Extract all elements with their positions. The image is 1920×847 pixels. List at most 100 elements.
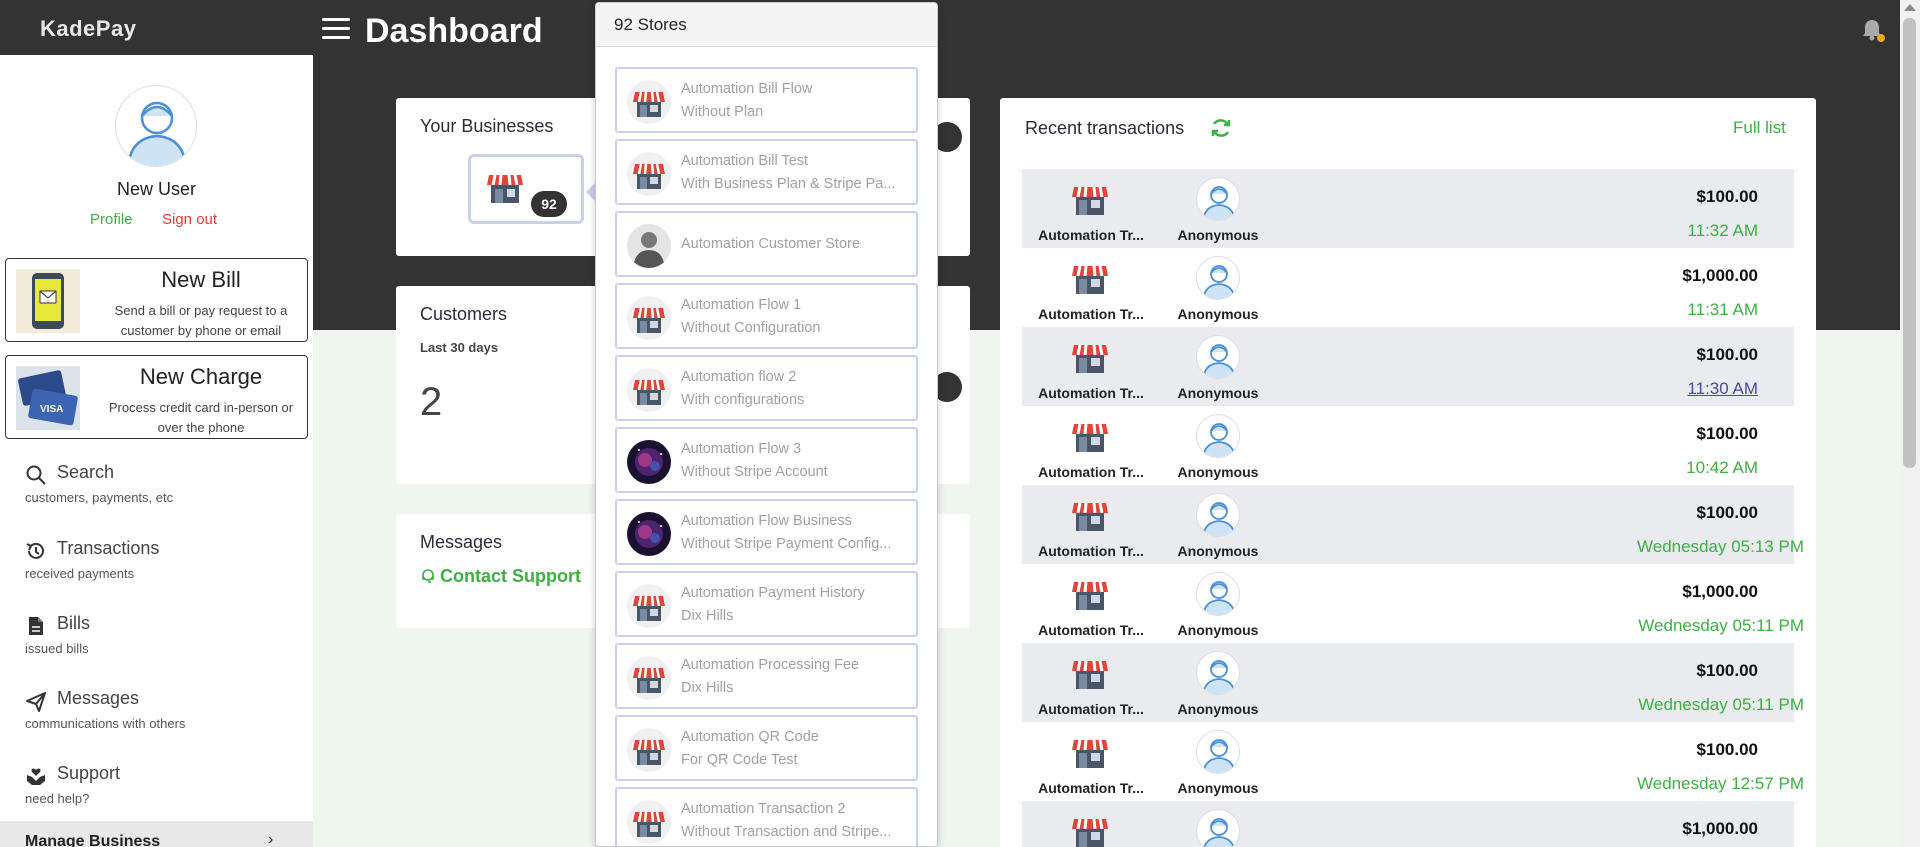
store-name: Automation Bill Test (681, 153, 809, 169)
store-name: Automation Customer Store (681, 236, 860, 252)
customer-avatar (1196, 414, 1240, 458)
store-subtitle: With Business Plan & Stripe Pa... (681, 176, 896, 192)
scrollbar-thumb[interactable] (1903, 18, 1916, 468)
messages-title: Messages (420, 532, 503, 552)
new-bill-button[interactable]: New Bill Send a bill or pay request to a… (5, 258, 308, 342)
customer-avatar (1196, 809, 1240, 847)
customers-title: Customers (420, 304, 508, 324)
store-item[interactable]: Automation Bill Flow Without Plan (615, 67, 918, 133)
store-icon (1072, 344, 1108, 373)
history-icon (26, 542, 44, 559)
store-name: Automation Processing Fee (681, 657, 860, 673)
store-avatar (627, 296, 671, 340)
store-item[interactable]: Automation Bill Test With Business Plan &… (615, 139, 918, 205)
new-bill-title: New Bill (161, 267, 241, 292)
nav-search-label: Search (57, 462, 115, 482)
store-subtitle: For QR Code Test (681, 752, 798, 768)
transaction-customer: Anonymous (1177, 385, 1259, 401)
user-avatar-icon (1202, 739, 1236, 773)
customer-avatar (1196, 572, 1240, 616)
sign-out-link[interactable]: Sign out (162, 211, 217, 228)
contact-support-link[interactable]: Contact Support (420, 566, 581, 587)
store-icon (1072, 581, 1108, 610)
store-item[interactable]: Automation Flow Business Without Stripe P… (615, 499, 918, 565)
store-item[interactable]: Automation Flow 1 Without Configuration (615, 283, 918, 349)
store-icon (487, 174, 523, 203)
full-list-link[interactable]: Full list (1733, 118, 1786, 138)
transaction-row[interactable]: Automation Tr... Anonymous $1,000.00 11:31 … (1022, 248, 1794, 327)
store-avatar (627, 152, 671, 196)
transaction-amount: $100.00 (1696, 345, 1758, 364)
store-item[interactable]: Automation flow 2 With configurations (615, 355, 918, 421)
nav-transactions[interactable]: Transactions received payments (25, 538, 295, 588)
store-name: Automation Flow 3 (681, 441, 802, 457)
businesses-toggle-button[interactable]: 92 (468, 154, 584, 224)
menu-toggle-button[interactable] (322, 18, 350, 40)
new-charge-button[interactable]: VISA New Charge Process credit card in-p… (5, 355, 308, 439)
transaction-store: Automation Tr... (1038, 780, 1144, 796)
svg-text:VISA: VISA (40, 404, 63, 415)
profile-link[interactable]: Profile (90, 211, 133, 228)
transaction-store: Automation Tr... (1038, 227, 1144, 243)
nav-support-label: Support (57, 763, 121, 783)
transaction-row[interactable]: $1,000.00 (1022, 801, 1794, 847)
transaction-row[interactable]: Automation Tr... Anonymous $100.00 Wednesda… (1022, 643, 1804, 722)
store-item[interactable]: Automation Processing Fee Dix Hills (615, 643, 918, 709)
store-subtitle: Without Transaction and Stripe... (681, 824, 892, 840)
transaction-store: Automation Tr... (1038, 543, 1144, 559)
transaction-row[interactable]: Automation Tr... Anonymous $100.00 11:32 AM (1022, 169, 1794, 248)
transaction-amount: $1,000.00 (1682, 266, 1758, 285)
store-icon (627, 152, 671, 196)
store-name: Automation Flow Business (681, 513, 852, 529)
transaction-customer: Anonymous (1177, 464, 1259, 480)
store-avatar (627, 800, 671, 844)
manage-business-toggle[interactable]: Manage Business › (0, 821, 313, 847)
new-charge-description: Process credit card in-person or over th… (108, 400, 294, 435)
customers-count: 2 (420, 380, 443, 424)
user-avatar-icon (1202, 423, 1236, 457)
store-item[interactable]: Automation Flow 3 Without Stripe Account (615, 427, 918, 493)
transaction-row[interactable]: Automation Tr... Anonymous $100.00 Wednesda… (1022, 722, 1804, 801)
transaction-row[interactable]: Automation Tr... Anonymous $100.00 Wednesda… (1022, 485, 1804, 564)
notification-bell-icon[interactable] (1857, 16, 1887, 46)
nav-transactions-label: Transactions (57, 538, 160, 558)
store-item[interactable]: Automation QR Code For QR Code Test (615, 715, 918, 781)
app-logo[interactable]: KadePay (40, 16, 136, 42)
nav-bills-label: Bills (57, 613, 91, 633)
store-icon (627, 656, 671, 700)
store-avatar (627, 224, 671, 268)
transaction-row[interactable]: Automation Tr... Anonymous $1,000.00 Wednes… (1022, 564, 1804, 643)
nav-messages[interactable]: Messages communications with others (25, 688, 295, 738)
store-item[interactable]: Automation Payment History Dix Hills (615, 571, 918, 637)
nav-search[interactable]: Search customers, payments, etc (25, 462, 295, 512)
nav-support[interactable]: Support need help? (25, 763, 295, 813)
store-name: Automation flow 2 (681, 369, 797, 385)
support-hands-icon (27, 768, 45, 785)
store-icon (627, 368, 671, 412)
nav-bills[interactable]: Bills issued bills (25, 613, 295, 663)
customer-avatar (1196, 177, 1240, 221)
store-subtitle: Dix Hills (681, 680, 734, 696)
store-icon (1072, 660, 1108, 689)
store-item[interactable]: Automation Customer Store (615, 211, 918, 277)
refresh-icon[interactable] (1210, 117, 1232, 139)
transaction-time: 10:42 AM (1686, 458, 1758, 477)
customer-avatar (1196, 335, 1240, 379)
store-avatar (627, 440, 671, 484)
nav-bills-sub: issued bills (25, 641, 89, 656)
user-avatar-icon (1202, 660, 1236, 694)
scroll-up-arrow-icon[interactable] (1904, 4, 1916, 11)
user-avatar-icon (1202, 581, 1236, 615)
phone-bill-icon (16, 269, 80, 333)
stores-dropdown: 92 Stores Automation Bill Flow Without Pl… (595, 2, 938, 847)
transaction-time[interactable]: 11:30 AM (1687, 379, 1758, 399)
transaction-row[interactable]: Automation Tr... Anonymous $100.00 10:42 AM (1022, 406, 1794, 485)
transactions-card: Recent transactions Full list Automation… (1000, 98, 1816, 847)
store-icon (627, 296, 671, 340)
transaction-row[interactable]: Automation Tr... Anonymous $100.00 11:30 AM (1022, 327, 1794, 406)
user-avatar[interactable] (115, 85, 197, 167)
store-item[interactable]: Automation Transaction 2 Without Transact… (615, 787, 918, 846)
store-icon (627, 584, 671, 628)
store-icon (1072, 265, 1108, 294)
page-title: Dashboard (365, 12, 543, 50)
